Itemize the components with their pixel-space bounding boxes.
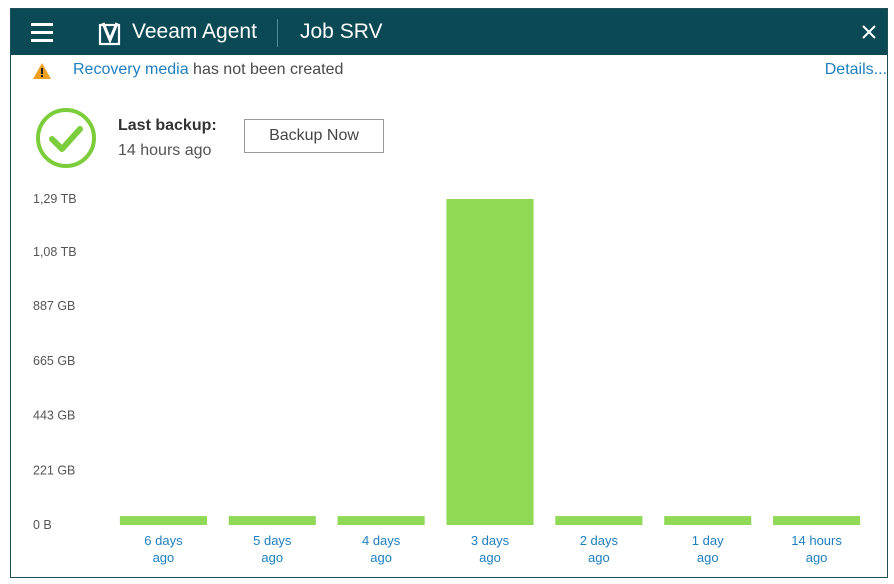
warning-text: has not been created xyxy=(188,61,344,78)
chart-bar[interactable] xyxy=(228,516,316,525)
x-axis-tick-label: 14 hours ago xyxy=(791,533,842,565)
last-backup-label: Last backup: xyxy=(118,117,217,134)
chart-bar[interactable] xyxy=(446,199,534,525)
y-axis-tick-label: 665 GB xyxy=(33,354,75,368)
success-check-icon xyxy=(36,108,96,168)
details-link[interactable]: Details... xyxy=(825,61,887,79)
x-axis-tick-label: 1 day ago xyxy=(692,533,724,565)
chart-bar[interactable] xyxy=(664,516,752,525)
job-title: Job SRV xyxy=(300,20,383,43)
chart-bar[interactable] xyxy=(555,516,643,525)
close-icon[interactable] xyxy=(857,20,881,44)
chart-bar[interactable] xyxy=(773,516,861,525)
backup-size-chart: 0 B 221 GB 443 GB 665 GB 887 GB 1,08 TB 1,29 T… xyxy=(33,192,861,565)
app-title: Veeam Agent xyxy=(132,20,257,43)
x-axis-tick-label: 2 days ago xyxy=(580,533,619,565)
y-axis-tick-label: 1,29 TB xyxy=(33,192,77,206)
x-axis-tick-label: 5 days ago xyxy=(253,533,292,565)
y-axis-tick-label: 221 GB xyxy=(33,463,75,477)
hamburger-menu-icon[interactable] xyxy=(31,23,53,42)
x-axis-tick-label: 3 days ago xyxy=(471,533,510,565)
y-axis-tick-label: 0 B xyxy=(33,518,52,532)
x-axis-tick-label: 4 days ago xyxy=(362,533,401,565)
last-backup-time: 14 hours ago xyxy=(118,142,212,159)
title-separator xyxy=(277,19,278,47)
chart-bar[interactable] xyxy=(337,516,425,525)
backup-now-button[interactable]: Backup Now xyxy=(244,119,384,153)
y-axis-tick-label: 1,08 TB xyxy=(33,245,77,259)
y-axis-tick-label: 887 GB xyxy=(33,299,75,313)
y-axis-tick-label: 443 GB xyxy=(33,409,75,423)
title-bar: Veeam Agent Job SRV xyxy=(11,9,887,55)
veeam-logo-icon xyxy=(98,22,121,46)
warning-bar: Recovery media has not been created Deta… xyxy=(11,55,887,85)
app-window: Veeam Agent Job SRV Recovery media has n… xyxy=(10,8,888,578)
x-axis-tick-label: 6 days ago xyxy=(144,533,183,565)
recovery-media-link[interactable]: Recovery media xyxy=(73,61,189,78)
warning-message: Recovery media has not been created xyxy=(73,61,343,79)
chart-bar[interactable] xyxy=(119,516,207,525)
warning-triangle-icon xyxy=(33,63,51,79)
